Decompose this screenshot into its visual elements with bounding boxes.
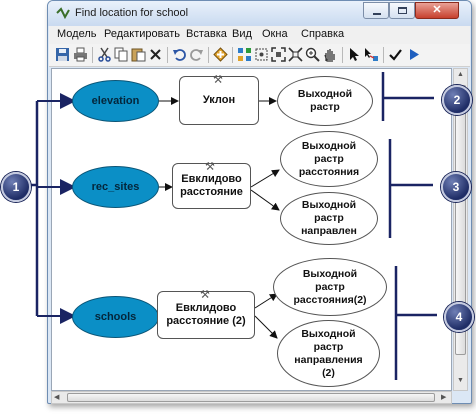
hammer-icon: ⚒ [200,289,210,301]
output-slope-raster[interactable]: Выходной растр [277,76,373,126]
output-distance-raster[interactable]: Выходной растр расстояния [280,131,378,187]
callout-2: 2 [442,85,472,115]
output-slope-raster-label: Выходной растр [297,88,353,113]
hammer-icon: ⚒ [213,74,223,86]
output-distance-raster-label: Выходной растр расстояния [298,139,360,178]
output-direction-raster[interactable]: Выходной растр направлен [280,192,378,245]
input-schools[interactable]: schools [72,296,159,338]
diagram-connectors [27,72,437,380]
hammer-icon: ⚒ [205,161,215,173]
output-direction-raster-2-label: Выходной растр направления (2) [294,327,363,379]
output-distance-raster-2-label: Выходной растр расстояния(2) [293,267,367,306]
tool-slope-label: Уклон [202,94,236,106]
input-elevation[interactable]: elevation [72,80,159,122]
tool-euclidean-distance-2-label: Евклидово расстояние (2) [166,302,246,327]
input-rec-sites[interactable]: rec_sites [72,166,159,208]
output-direction-raster-2[interactable]: Выходной растр направления (2) [277,320,380,387]
output-direction-raster-label: Выходной растр направлен [301,199,357,237]
output-distance-raster-2[interactable]: Выходной растр расстояния(2) [273,258,387,316]
callout-4: 4 [444,302,474,332]
callout-3: 3 [441,172,471,202]
tool-euclidean-distance-label: Евклидово расстояние [180,173,243,198]
callout-1: 1 [1,172,31,202]
